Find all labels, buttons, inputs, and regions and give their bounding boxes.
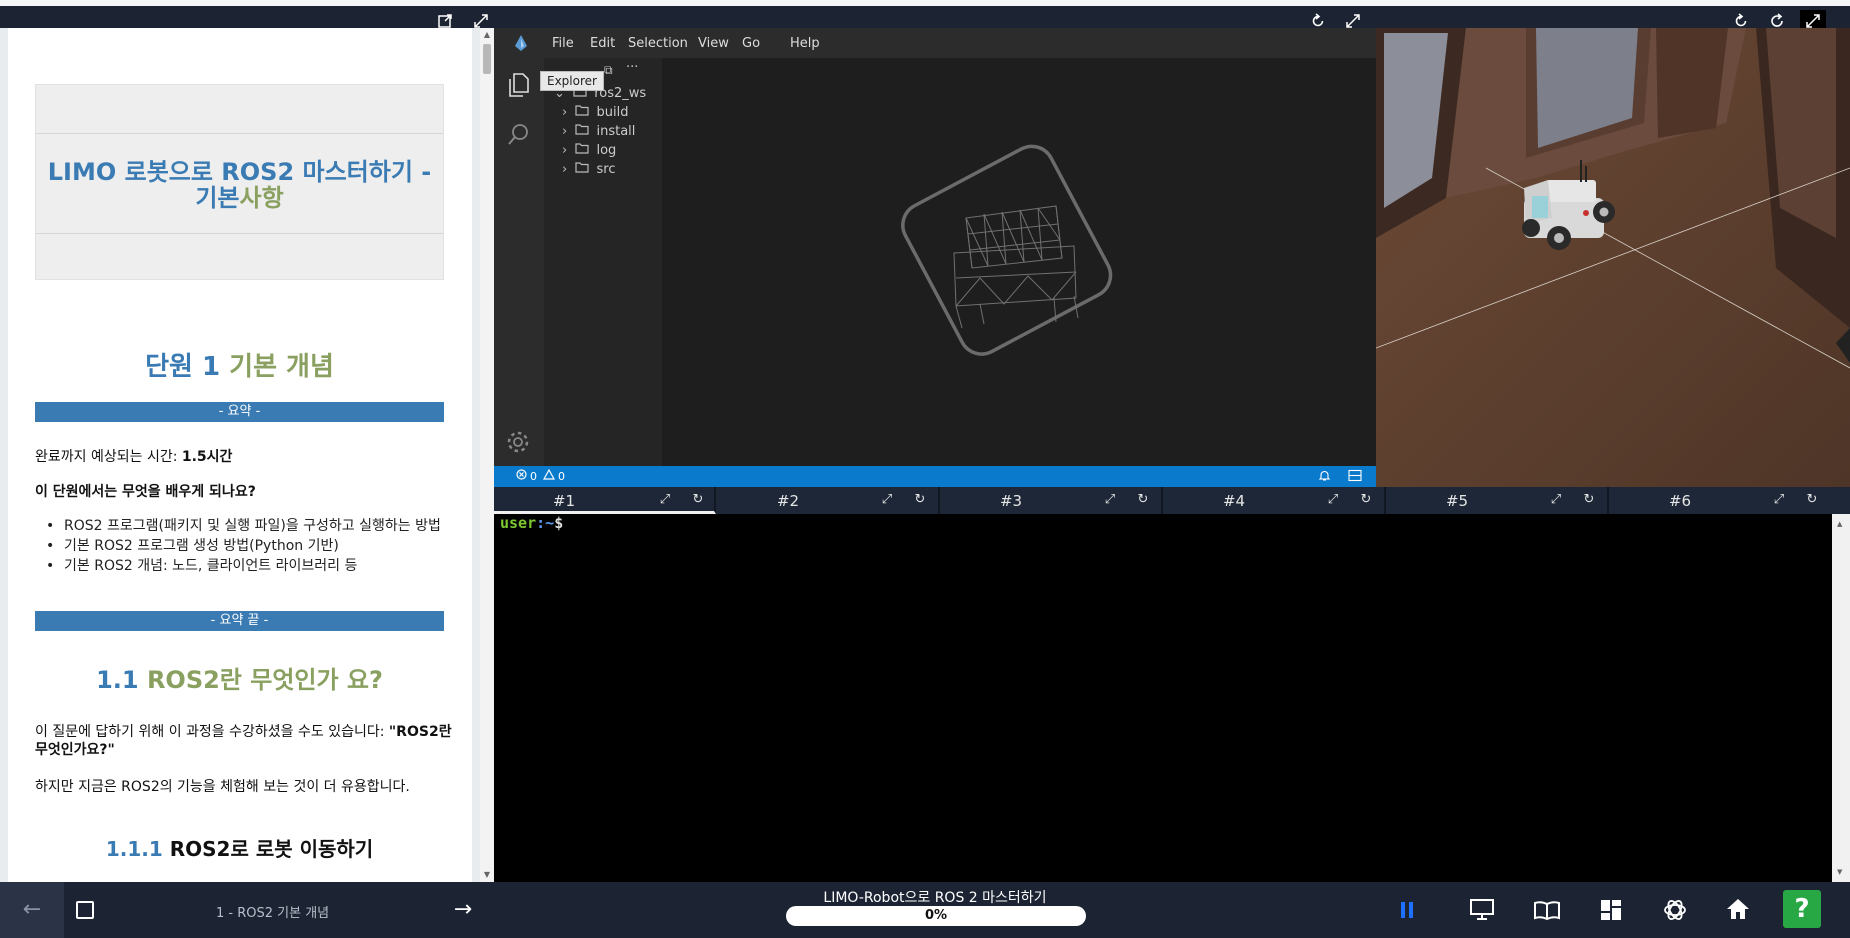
- back-button[interactable]: ←: [0, 882, 64, 938]
- bell-icon[interactable]: [1318, 469, 1331, 485]
- warning-icon[interactable]: [542, 468, 556, 483]
- progress-bar: 0%: [786, 906, 1086, 926]
- summary-bar: - 요약 -: [35, 402, 444, 422]
- tree-item-install[interactable]: › install: [562, 124, 635, 139]
- top-toolbar: [0, 0, 1850, 32]
- tab-terminal-1[interactable]: #1 ⤢ ↻: [494, 487, 716, 514]
- app-logo-icon: [514, 35, 528, 55]
- arrow-left-icon: ←: [22, 897, 42, 922]
- progress-label: 0%: [924, 908, 948, 923]
- shell-prompt: user:~$: [500, 514, 564, 532]
- time-estimate: 완료까지 예상되는 시간: 1.5시간: [35, 449, 233, 465]
- terminal-scrollbar[interactable]: ▲ ▼: [1832, 514, 1850, 882]
- menu-selection[interactable]: Selection: [628, 36, 688, 51]
- unit-heading: 단원 1 기본 개념: [145, 352, 334, 382]
- reload-icon[interactable]: ↻: [1581, 492, 1597, 508]
- expand-icon[interactable]: ⤢: [657, 492, 673, 508]
- page-title: LIMO 로봇으로 ROS2 마스터하기 - 기본사항: [47, 158, 432, 212]
- reload-icon[interactable]: ↻: [912, 492, 928, 508]
- notebook-icon[interactable]: [1534, 900, 1560, 924]
- course-title: LIMO-Robot으로 ROS 2 마스터하기: [823, 890, 1047, 906]
- menu-help[interactable]: Help: [790, 36, 820, 51]
- learn-heading: 이 단원에서는 무엇을 배우게 되나요?: [35, 484, 256, 500]
- error-icon[interactable]: [516, 469, 527, 483]
- code-editor: File Edit Selection View Go Help ⧉ ··· ⌄: [494, 28, 1376, 487]
- checkbox-icon[interactable]: [76, 901, 94, 919]
- notebook-scrollbar[interactable]: ▲ ▼: [480, 28, 494, 882]
- collapse-all-icon[interactable]: ⧉: [604, 63, 613, 78]
- home-icon[interactable]: [1726, 898, 1750, 924]
- menu-file[interactable]: File: [552, 36, 574, 51]
- warning-count[interactable]: 0: [558, 470, 565, 483]
- expand-icon[interactable]: ⤢: [1325, 492, 1341, 508]
- layout-icon[interactable]: [1348, 469, 1362, 485]
- subsection-heading: 1.1.1 ROS2로 로봇 이동하기: [105, 837, 374, 861]
- reload-icon[interactable]: ↻: [1135, 492, 1151, 508]
- terminal-tabs: #1 ⤢ ↻ #2 ⤢ ↻ #3 ⤢ ↻ #4 ⤢ ↻ #5 ⤢ ↻ #6 ⤢ …: [494, 487, 1850, 514]
- list-item: 기본 ROS2 프로그램 생성 방법(Python 기반): [46, 536, 462, 556]
- tab-terminal-5[interactable]: #5 ⤢ ↻: [1387, 487, 1609, 514]
- title-box: LIMO 로봇으로 ROS2 마스터하기 - 기본사항: [35, 84, 444, 280]
- expand-icon[interactable]: ⤢: [1771, 492, 1787, 508]
- dashboard-icon[interactable]: [1600, 899, 1622, 925]
- list-item: ROS2 프로그램(패키지 및 실행 파일)을 구성하고 실행하는 방법: [46, 516, 462, 536]
- search-icon[interactable]: [507, 122, 531, 150]
- paragraph: 이 질문에 답하기 위해 이 과정을 수강하셨을 수도 있습니다: "ROS2란…: [35, 724, 452, 758]
- gear-icon[interactable]: [506, 430, 530, 458]
- lesson-title[interactable]: 1 - ROS2 기본 개념: [216, 902, 329, 921]
- menu-bar: File Edit Selection View Go Help: [494, 28, 1376, 58]
- notebook-page: LIMO 로봇으로 ROS2 마스터하기 - 기본사항 단원 1 기본 개념 -…: [8, 28, 472, 882]
- tab-terminal-2[interactable]: #2 ⤢ ↻: [718, 487, 940, 514]
- expand-icon[interactable]: ⤢: [1548, 492, 1564, 508]
- desktop-icon[interactable]: [1470, 899, 1494, 925]
- tab-terminal-6[interactable]: #6 ⤢ ↻: [1610, 487, 1832, 514]
- explorer-tooltip: Explorer: [540, 71, 604, 91]
- reload-icon[interactable]: ↻: [690, 492, 706, 508]
- tree-item-src[interactable]: › src: [562, 162, 615, 177]
- tree-item-log[interactable]: › log: [562, 143, 616, 158]
- paragraph: 하지만 지금은 ROS2의 기능을 체험해 보는 것이 더 유용합니다.: [35, 779, 410, 795]
- ai-assistant-icon[interactable]: [1662, 897, 1688, 927]
- list-item: 기본 ROS2 개념: 노드, 클라이언트 라이브러리 등: [46, 556, 462, 576]
- tab-terminal-4[interactable]: #4 ⤢ ↻: [1164, 487, 1386, 514]
- reload-icon[interactable]: ↻: [1804, 492, 1820, 508]
- summary-end-bar: - 요약 끝 -: [35, 611, 444, 631]
- simulation-viewport[interactable]: [1376, 28, 1850, 487]
- section-heading: 1.1 ROS2란 무엇인가 요?: [96, 666, 383, 694]
- menu-view[interactable]: View: [698, 36, 729, 51]
- bottom-bar: ← 1 - ROS2 기본 개념 → LIMO-Robot으로 ROS 2 마스…: [0, 882, 1850, 938]
- more-actions-icon[interactable]: ···: [626, 60, 638, 75]
- status-bar: 0 0: [494, 466, 1376, 487]
- error-count[interactable]: 0: [530, 470, 537, 483]
- activity-bar: [494, 58, 544, 466]
- tree-item-build[interactable]: › build: [562, 105, 628, 120]
- files-icon[interactable]: [506, 72, 530, 102]
- explorer-sidebar: ⧉ ··· ⌄ ros2_ws › build › install › log: [544, 58, 662, 466]
- pause-icon[interactable]: [1400, 901, 1414, 923]
- learn-list: ROS2 프로그램(패키지 및 실행 파일)을 구성하고 실행하는 방법 기본 …: [46, 516, 462, 576]
- menu-edit[interactable]: Edit: [590, 36, 615, 51]
- reload-icon[interactable]: ↻: [1358, 492, 1374, 508]
- help-button[interactable]: ?: [1783, 890, 1821, 928]
- terminal-output[interactable]: user:~$: [494, 514, 1832, 882]
- tab-terminal-3[interactable]: #3 ⤢ ↻: [941, 487, 1163, 514]
- menu-go[interactable]: Go: [742, 36, 760, 51]
- expand-icon[interactable]: ⤢: [879, 492, 895, 508]
- editor-watermark-logo: [901, 144, 1113, 356]
- arrow-right-icon[interactable]: →: [449, 896, 477, 924]
- expand-icon[interactable]: ⤢: [1102, 492, 1118, 508]
